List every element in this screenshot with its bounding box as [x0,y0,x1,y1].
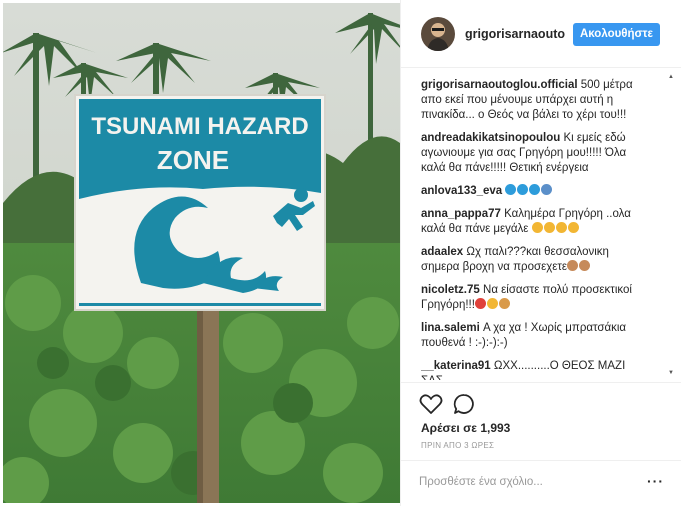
comment-username[interactable]: anna_pappa77 [421,208,501,220]
chevron-down-icon[interactable]: ▼ [668,370,674,376]
emoji-icon [567,222,579,233]
chevron-up-icon[interactable]: ▲ [668,74,674,80]
comment-item: andreadakikatsinopoulou Κι εμείς εδώ αγω… [421,131,647,176]
comment-item: __katerina91 ΩΧΧ..........Ο ΘΕΟΣ ΜΑΖΙ ΣΑ… [421,359,647,380]
post-time[interactable]: ΠΡΙΝ ΑΠΟ 3 ΩΡΕΣ [421,441,494,450]
emoji-icon [543,222,555,233]
post-photo[interactable]: TSUNAMI HAZARD ZONE [3,3,400,503]
tsunami-sign-photo: TSUNAMI HAZARD ZONE [3,3,400,503]
comment-input[interactable] [419,471,639,493]
emoji-icon [505,184,517,195]
comment-username[interactable]: nicoletz.75 [421,284,480,296]
emoji-icon [474,298,486,309]
comment-item: nicoletz.75 Να είσαστε πολύ προσεκτικοί … [421,283,647,313]
comment-item: adaalex Ωχ παλι???και θεσσαλονικη σημερα… [421,245,647,275]
heart-icon[interactable] [419,393,443,418]
sign-line1: TSUNAMI HAZARD [91,113,308,140]
emoji-icon [567,260,579,271]
comment-icon[interactable] [453,393,475,418]
comment-username[interactable]: grigorisarnaoutoglou.official [421,79,578,91]
more-options-icon[interactable]: ··· [647,473,664,489]
likes-count[interactable]: Αρέσει σε 1,993 [421,421,510,435]
emoji-icon [498,298,510,309]
comment-username[interactable]: __katerina91 [421,360,491,372]
post-actions: Αρέσει σε 1,993 ΠΡΙΝ ΑΠΟ 3 ΩΡΕΣ [401,382,681,460]
emoji-icon [541,184,553,195]
avatar[interactable] [421,17,455,51]
comment-username[interactable]: anlova133_eva [421,185,502,197]
comment-list[interactable]: grigorisarnaoutoglou.official 500 μέτρα … [421,78,647,380]
add-comment-bar: ··· [401,460,681,506]
emoji-icon [555,222,567,233]
comment-item: grigorisarnaoutoglou.official 500 μέτρα … [421,78,647,123]
comment-username[interactable]: andreadakikatsinopoulou [421,132,560,144]
comment-username[interactable]: lina.salemi [421,322,480,334]
post-sidebar: grigorisarnaoutoglou.official Ακολουθήστ… [400,0,681,506]
avatar-image [421,17,455,51]
emoji-icon [517,184,529,195]
comment-item: lina.salemi Α χα χα ! Χωρίς μπρατσάκια π… [421,321,647,351]
sign-line2: ZONE [157,145,229,175]
comment-item: anlova133_eva [421,184,647,199]
post-header: grigorisarnaoutoglou.official Ακολουθήστ… [401,0,681,68]
instagram-post: TSUNAMI HAZARD ZONE grigorisarnaoutoglou… [0,0,687,506]
post-username[interactable]: grigorisarnaoutoglou.official [465,27,565,41]
emoji-icon [486,298,498,309]
follow-button[interactable]: Ακολουθήστε [573,23,660,46]
comment-item: anna_pappa77 Καλημέρα Γρηγόρη ..ολα καλά… [421,207,647,237]
emoji-icon [579,260,591,271]
emoji-icon [529,184,541,195]
emoji-icon [531,222,543,233]
comment-username[interactable]: adaalex [421,246,463,258]
